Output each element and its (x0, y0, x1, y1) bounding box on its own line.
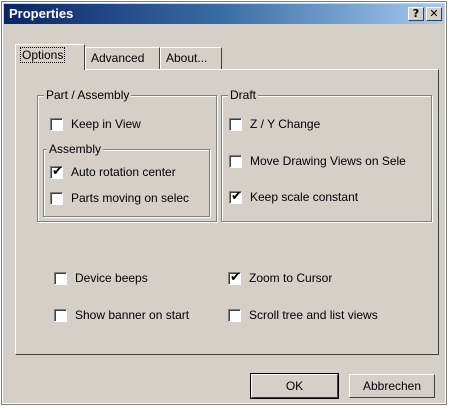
parts-moving-label: Parts moving on selec (71, 191, 190, 205)
draft-group-title: Draft (228, 88, 259, 102)
help-button[interactable]: ? (408, 7, 424, 21)
device-beeps-label: Device beeps (75, 271, 148, 285)
zy-change-box[interactable] (229, 117, 242, 131)
move-drawing-views-checkbox[interactable]: Move Drawing Views on Sele (229, 153, 429, 169)
tab-options-label: Options (19, 47, 66, 63)
keep-in-view-checkbox[interactable]: Keep in View (50, 116, 141, 132)
keep-in-view-label: Keep in View (71, 117, 141, 131)
auto-rotation-checkbox[interactable]: ✔ Auto rotation center (50, 164, 176, 180)
scroll-tree-label: Scroll tree and list views (249, 308, 378, 322)
auto-rotation-box[interactable]: ✔ (50, 163, 63, 179)
assembly-group: Assembly ✔ Auto rotation center Parts mo… (43, 142, 210, 217)
device-beeps-checkbox[interactable]: Device beeps (54, 270, 148, 286)
auto-rotation-label: Auto rotation center (71, 165, 176, 179)
zoom-to-cursor-box[interactable]: ✔ (228, 269, 241, 285)
close-icon: ✕ (429, 7, 439, 20)
keep-scale-checkbox[interactable]: ✔ Keep scale constant (229, 189, 358, 205)
keep-scale-label: Keep scale constant (250, 190, 359, 204)
scroll-tree-box[interactable] (228, 308, 241, 322)
part-assembly-group: Part / Assembly Keep in View Assembly ✔ … (37, 88, 217, 222)
zy-change-label: Z / Y Change (250, 117, 321, 131)
properties-dialog: Properties ? ✕ Options Advanced About...… (1, 1, 447, 405)
help-icon: ? (412, 7, 420, 20)
tab-about[interactable]: About... (160, 47, 222, 69)
device-beeps-box[interactable] (54, 271, 67, 285)
show-banner-box[interactable] (54, 308, 67, 322)
window-title: Properties (9, 6, 74, 21)
show-banner-label: Show banner on start (75, 308, 190, 322)
assembly-group-title: Assembly (47, 142, 104, 156)
tab-advanced[interactable]: Advanced (85, 47, 160, 69)
ok-button[interactable]: OK (250, 373, 339, 399)
parts-moving-checkbox[interactable]: Parts moving on selec (50, 190, 208, 206)
draft-group: Draft Z / Y Change Move Drawing Views on… (221, 88, 432, 222)
move-drawing-views-label: Move Drawing Views on Sele (250, 154, 406, 168)
check-icon: ✔ (52, 163, 63, 179)
tab-options[interactable]: Options (15, 44, 85, 70)
cancel-button[interactable]: Abbrechen (349, 374, 435, 398)
keep-scale-box[interactable]: ✔ (229, 188, 242, 204)
scroll-tree-checkbox[interactable]: Scroll tree and list views (228, 307, 378, 323)
parts-moving-box[interactable] (50, 191, 63, 205)
zoom-to-cursor-checkbox[interactable]: ✔ Zoom to Cursor (228, 270, 332, 286)
show-banner-checkbox[interactable]: Show banner on start (54, 307, 189, 323)
tab-about-label: About... (166, 51, 208, 65)
check-icon: ✔ (230, 269, 241, 285)
close-button[interactable]: ✕ (426, 7, 442, 21)
keep-in-view-box[interactable] (50, 117, 63, 131)
title-bar[interactable]: Properties ? ✕ (4, 4, 444, 24)
zoom-to-cursor-label: Zoom to Cursor (249, 271, 333, 285)
zy-change-checkbox[interactable]: Z / Y Change (229, 116, 320, 132)
options-tab-panel: Part / Assembly Keep in View Assembly ✔ … (15, 69, 439, 355)
move-drawing-views-box[interactable] (229, 154, 242, 168)
tab-advanced-label: Advanced (91, 51, 145, 65)
part-assembly-group-title: Part / Assembly (44, 88, 132, 102)
check-icon: ✔ (231, 188, 242, 204)
